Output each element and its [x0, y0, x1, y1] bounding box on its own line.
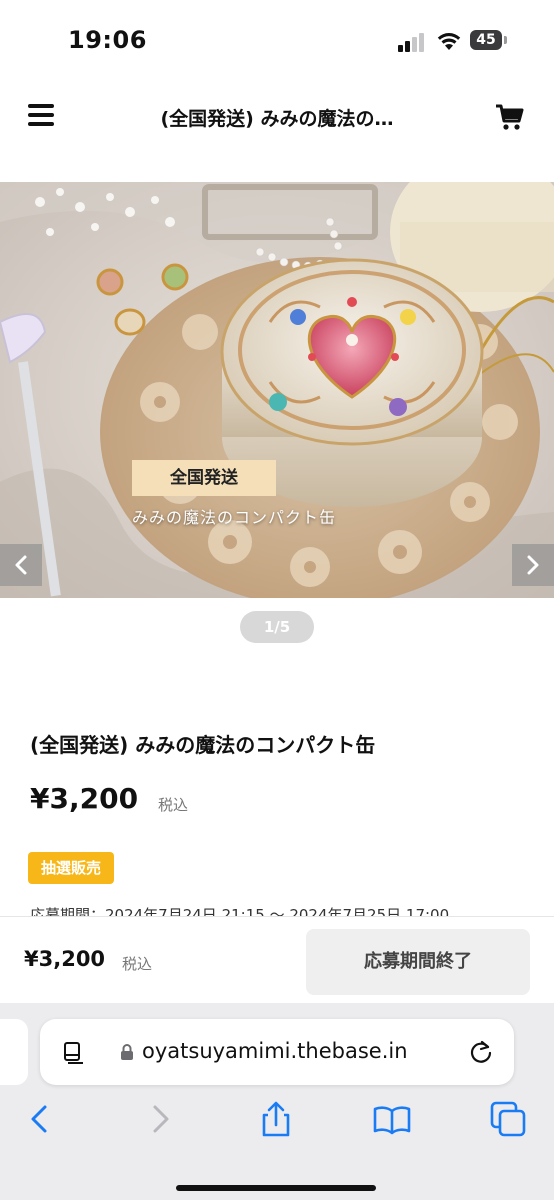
product-price: ¥3,200: [30, 782, 139, 815]
application-closed-button[interactable]: 応募期間終了: [306, 929, 530, 995]
chevron-right-icon: [527, 555, 539, 575]
url-text[interactable]: oyatsuyamimi.thebase.in: [142, 1039, 408, 1063]
product-title: (全国発送) みみの魔法のコンパクト缶: [30, 733, 376, 757]
carousel-next-button[interactable]: [512, 544, 554, 586]
product-image-carousel[interactable]: [0, 182, 554, 598]
back-icon[interactable]: [20, 1099, 60, 1139]
browser-toolbar: oyatsuyamimi.thebase.in: [0, 1003, 554, 1200]
address-bar[interactable]: oyatsuyamimi.thebase.in: [40, 1019, 514, 1085]
cellular-signal-icon: [398, 33, 424, 52]
share-icon[interactable]: [256, 1099, 296, 1139]
status-bar: 19:06 45: [0, 0, 554, 80]
chevron-left-icon: [15, 555, 27, 575]
reload-icon[interactable]: [468, 1039, 494, 1065]
battery-level: 45: [470, 30, 502, 50]
purchase-bar-tax-label: 税込: [122, 955, 153, 973]
store-header: (全国発送) みみの魔法の…: [0, 88, 554, 148]
menu-icon[interactable]: [28, 104, 56, 128]
lottery-badge: 抽選販売: [28, 852, 114, 884]
battery-icon: 45: [470, 30, 508, 52]
purchase-bar: ¥3,200 税込 応募期間終了: [0, 916, 554, 1011]
home-indicator: [176, 1185, 376, 1191]
hero-caption: みみの魔法のコンパクト缶: [132, 508, 337, 527]
page-title: (全国発送) みみの魔法の…: [160, 108, 394, 130]
carousel-pager: 1/5: [240, 611, 314, 643]
tabs-icon[interactable]: [488, 1099, 528, 1139]
status-time: 19:06: [68, 26, 147, 54]
tax-label: 税込: [158, 796, 189, 814]
purchase-bar-price: ¥3,200: [24, 947, 106, 971]
previous-tab-preview[interactable]: [0, 1019, 28, 1085]
lock-icon: [121, 1044, 133, 1060]
cart-icon[interactable]: [494, 102, 526, 132]
product-photo: [0, 182, 554, 598]
carousel-prev-button[interactable]: [0, 544, 42, 586]
wifi-icon: [437, 33, 461, 50]
reader-icon[interactable]: [62, 1040, 86, 1064]
hero-shipping-badge: 全国発送: [132, 460, 276, 496]
bookmarks-icon[interactable]: [372, 1099, 412, 1139]
forward-icon[interactable]: [140, 1099, 180, 1139]
